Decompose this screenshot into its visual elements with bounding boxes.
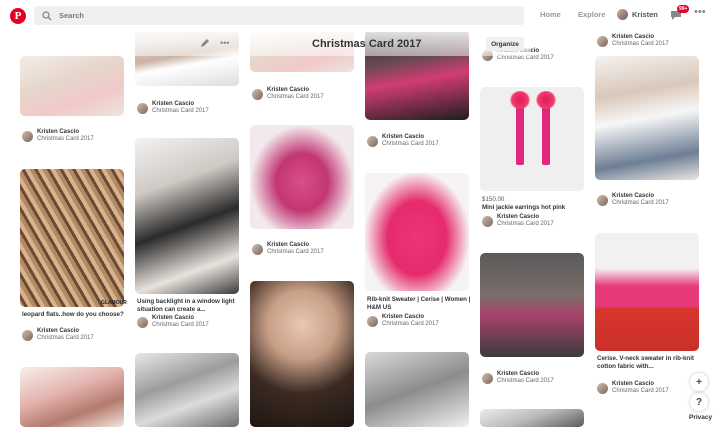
pin-attribution[interactable]: Kristen CascioChristmas Card 2017 [597,381,669,395]
pin-board-name: Christmas Card 2017 [382,321,439,327]
pin-image-kids-pink[interactable] [480,253,584,357]
pin-attribution[interactable]: Kristen CascioChristmas Card 2017 [22,328,94,342]
pin-user-name: Kristen Cascio [267,242,310,248]
pin-board-name: Christmas Card 2017 [612,41,669,47]
avatar [137,316,148,328]
avatar [367,135,378,147]
help-button[interactable]: ? [690,393,708,411]
pin-image-mother-child[interactable] [20,367,124,427]
pin-description[interactable]: leopard flats..how do you choose? [22,311,126,319]
pin-board-name: Christmas Card 2017 [497,221,554,227]
pin-user-name: Kristen Cascio [37,328,80,334]
pin-image-sisters-bw[interactable] [365,352,469,427]
pin-price: $150.00 [482,196,505,203]
avatar [22,329,33,341]
pin-description[interactable]: Rib-knit Sweater | Cerise | Women | H&M … [367,296,471,311]
pin-description[interactable]: Cerise. V-neck sweater in rib-knit cotto… [597,355,701,370]
pin-board-name: Christmas Card 2017 [152,322,209,328]
pin-user-name: Kristen Cascio [497,214,540,220]
pin-description[interactable]: Mini jackie earrings hot pink [482,204,586,212]
earring-left [510,91,530,165]
board-options-icon[interactable]: ••• [220,38,229,48]
avatar [597,382,608,394]
avatar [252,88,263,100]
pin-user-name: Kristen Cascio [382,134,425,140]
nav-explore-link[interactable]: Explore [578,10,606,19]
add-pin-button[interactable]: + [690,373,708,391]
pin-user-name: Kristen Cascio [612,381,655,387]
pin-user-name: Kristen Cascio [612,193,655,199]
profile-link[interactable]: Kristen [617,9,658,20]
pin-user-name: Kristen Cascio [152,101,195,107]
pin-image-earrings[interactable] [480,87,584,191]
pin-image-pink-sweater[interactable] [365,173,469,291]
search-input[interactable]: Search [59,11,84,20]
pin-attribution[interactable]: Kristen CascioChristmas Card 2017 [137,315,209,329]
avatar [252,243,263,255]
pin-board-name: Christmas Card 2017 [612,388,669,394]
pin-board-name: Christmas Card 2017 [267,94,324,100]
avatar [597,194,608,206]
pin-attribution[interactable]: Kristen CascioChristmas Card 2017 [367,134,439,148]
pin-board-name: Christmas Card 2017 [37,335,94,341]
pin-image-vneck-sweater[interactable] [595,233,699,351]
pin-attribution[interactable]: Kristen CascioChristmas Card 2017 [252,242,324,256]
avatar [597,35,608,47]
avatar [137,102,148,114]
board-title: Christmas Card 2017 [312,38,422,50]
avatar [482,215,493,227]
avatar [22,130,33,142]
search-icon [42,10,52,20]
pin-attribution[interactable]: Kristen CascioChristmas Card 2017 [22,129,94,143]
top-navigation-bar: P Search Home Explore Kristen 99+ ••• [0,0,719,32]
pin-image-pink-dress[interactable] [250,125,354,229]
nav-home-link[interactable]: Home [540,10,561,19]
board-tools: ••• [200,38,229,48]
pin-board-name: Christmas Card 2017 [497,55,554,61]
pin-description[interactable]: Using backlight in a window light situat… [137,298,241,313]
pin-image-baby[interactable] [20,56,124,116]
pin-user-name: Kristen Cascio [382,314,425,320]
more-options-icon[interactable]: ••• [694,6,706,18]
pin-user-name: Kristen Cascio [267,87,310,93]
pin-user-name: Kristen Cascio [37,129,80,135]
earring-right [536,91,556,165]
avatar [367,315,378,327]
pin-attribution[interactable]: Kristen CascioChristmas Card 2017 [597,193,669,207]
pin-board-name: Christmas Card 2017 [267,249,324,255]
notification-badge: 99+ [677,5,690,13]
privacy-link[interactable]: Privacy [686,413,716,422]
pin-image-mom-kids[interactable] [595,56,699,180]
pin-board-name: Christmas Card 2017 [382,141,439,147]
pin-attribution[interactable]: Kristen CascioChristmas Card 2017 [482,371,554,385]
pin-attribution[interactable]: Kristen CascioChristmas Card 2017 [137,101,209,115]
avatar [617,9,628,20]
pin-attribution[interactable]: Kristen CascioChristmas Card 2017 [252,87,324,101]
pin-board-name: Christmas Card 2017 [37,136,94,142]
pin-image-bottom[interactable] [480,409,584,427]
pin-image-family-portrait[interactable] [135,138,239,294]
organize-button[interactable]: Organize [486,37,524,51]
pin-user-name: Kristen Cascio [152,315,195,321]
profile-name: Kristen [632,10,658,19]
pin-board-name: Christmas Card 2017 [612,200,669,206]
pin-image-kids-bw[interactable] [135,353,239,427]
pin-attribution[interactable]: Kristen CascioChristmas Card 2017 [367,314,439,328]
pin-user-name: Kristen Cascio [612,34,655,40]
glamour-watermark: GLAMOUR [101,300,127,306]
pin-image-two-faces[interactable] [250,281,354,427]
pin-board-name: Christmas Card 2017 [497,378,554,384]
pin-image-leopard-flats[interactable] [20,169,124,307]
pin-attribution[interactable]: Kristen CascioChristmas Card 2017 [597,34,669,48]
pinterest-logo-icon[interactable]: P [10,8,26,24]
avatar [482,372,493,384]
search-bar[interactable]: Search [34,6,524,25]
pin-board-name: Christmas Card 2017 [152,108,209,114]
pin-attribution[interactable]: Kristen CascioChristmas Card 2017 [482,214,554,228]
pencil-icon[interactable] [200,38,210,48]
pin-user-name: Kristen Cascio [497,371,540,377]
